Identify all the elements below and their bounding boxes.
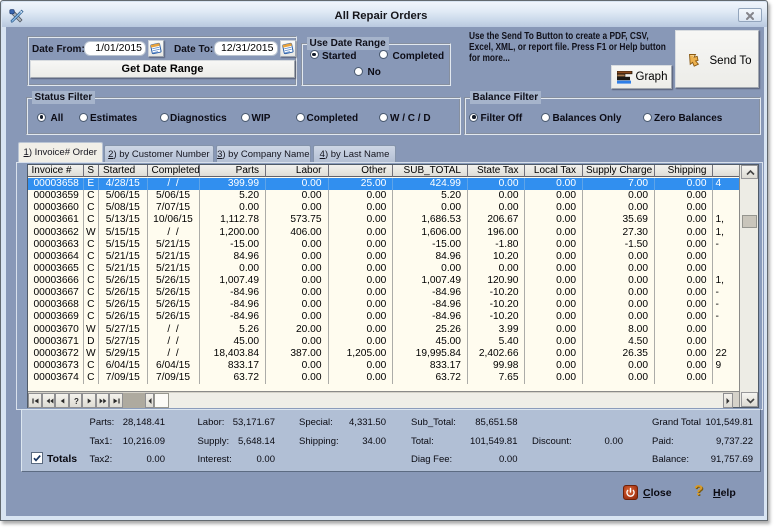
svg-text:?: ? bbox=[74, 397, 79, 406]
